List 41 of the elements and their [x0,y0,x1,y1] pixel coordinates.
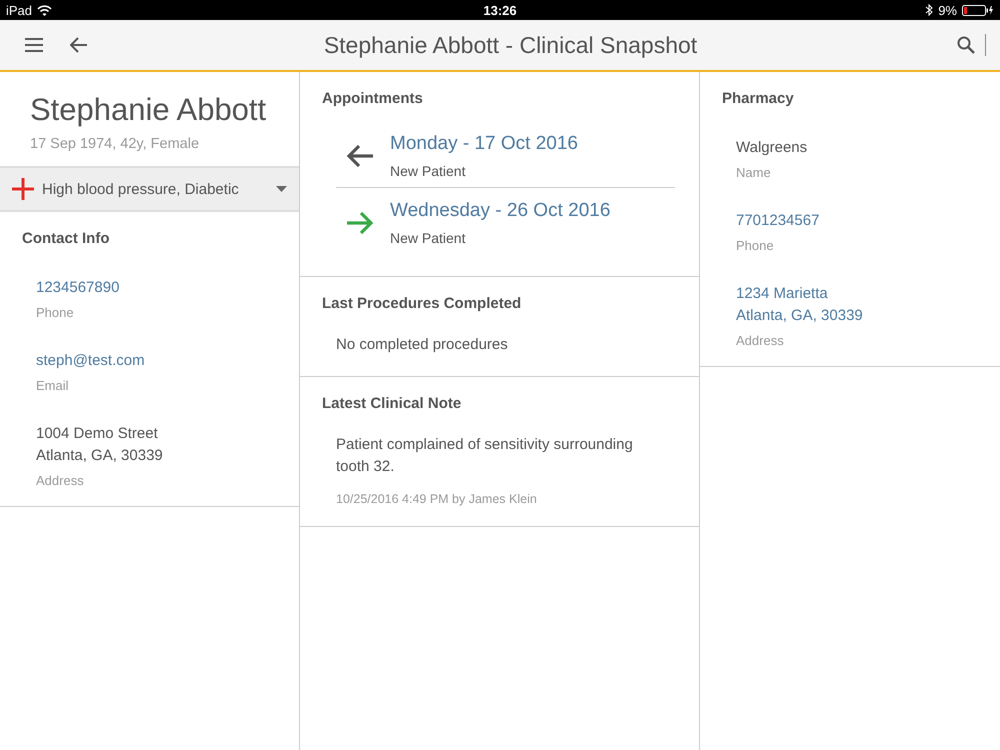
section-title: Latest Clinical Note [321,394,462,412]
section-text: Patient complained of sensitivity surrounding tooth 32. [335,435,634,477]
field-link[interactable]: 7701234567 [736,210,964,232]
section-title: Appointments [321,89,424,107]
patient-name: Stephanie Abbott [30,92,268,128]
page-title: Stephanie Abbott - Clinical Snapshot [324,32,698,58]
menu-icon [24,37,44,53]
field-label: Phone [36,305,75,320]
appointment-date[interactable]: Monday - 17 Oct 2016 [390,133,578,155]
field-link[interactable]: 1234 Marietta Atlanta, GA, 30339 [736,283,964,327]
note-meta: 10/25/2016 4:49 PM by James Klein [335,492,538,506]
battery-percentage: 9% [938,2,957,18]
field-value: Walgreens [736,138,808,158]
section-title: Contact Info [21,229,110,247]
field-link[interactable]: steph@test.com [36,350,263,372]
field-link[interactable]: 1234567890 [36,277,263,299]
patient-details: 17 Sep 1974, 42y, Female [30,136,200,152]
field-label: Address [36,473,85,488]
back-arrow-icon [70,37,88,53]
battery-icon [962,4,994,16]
bluetooth-icon [925,4,934,16]
clock-time: 13:26 [483,2,517,18]
appointment-type: New Patient [390,163,466,179]
conditions-dropdown[interactable]: High blood pressure, Diabetic [0,166,299,212]
device-name: iPad [6,2,32,18]
field-label: Address [736,333,785,348]
field-label: Name [736,165,772,180]
field-label: Phone [736,238,775,253]
wifi-icon [37,4,52,16]
left-arrow-icon [346,144,374,168]
section-text: No completed procedures [335,335,509,355]
section-title: Last Procedures Completed [321,294,522,312]
section-title: Pharmacy [721,89,795,107]
search-icon [957,36,975,54]
field-value: 1004 Demo Street Atlanta, GA, 30339 [36,424,164,466]
appointment-type: New Patient [390,230,466,246]
right-arrow-icon [346,211,374,235]
appointment-date[interactable]: Wednesday - 26 Oct 2016 [390,200,610,222]
plus-icon [12,178,34,200]
caret-icon [276,186,287,192]
field-label: Email [36,378,70,393]
